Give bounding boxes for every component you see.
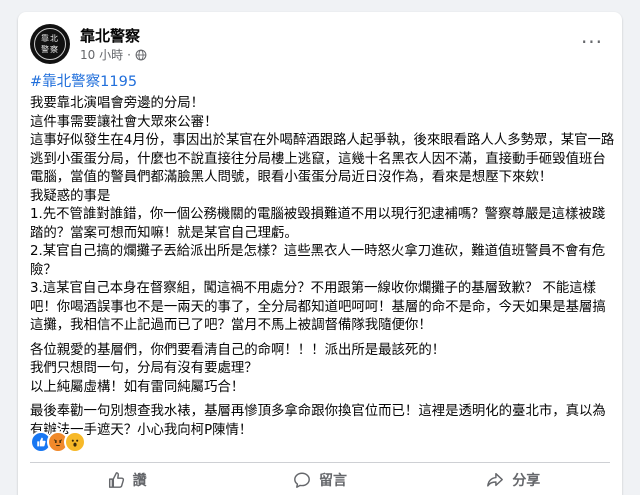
author-name[interactable]: 靠北警察 [80,25,140,46]
post-paragraph-1: 我要靠北演唱會旁邊的分局！ 這件事需要讓社會大眾來公審！ 這事好似發生在4月份，… [30,96,615,333]
post-paragraph-2: 各位親愛的基層們，你們要看清自己的命啊！！！派出所是最該死的！ 我們只想問一句，… [30,342,446,395]
avatar-text-bottom: 警察 [41,45,59,54]
like-label: 讚 [132,472,147,489]
post-body: 我要靠北演唱會旁邊的分局！ 這件事需要讓社會大眾來公審！ 這事好似發生在4月份，… [30,95,618,440]
like-button[interactable]: 讚 [30,464,223,495]
actions-divider [30,462,610,463]
comment-label: 留言 [318,472,347,489]
share-button[interactable]: 分享 [417,464,610,495]
reaction-summary[interactable] [30,431,86,453]
share-icon [487,472,504,487]
avatar-text-top: 靠北 [41,34,59,43]
post-paragraph-3: 最後奉勸一句別想查我水裱，基層再慘頂多拿命跟你換官位而已！這裡是透明化的臺北市，… [30,404,606,438]
comment-button[interactable]: 留言 [223,464,416,495]
post-actions: 讚 留言 分享 [30,464,610,495]
meta-separator: · [127,47,131,62]
post-time[interactable]: 10 小時 [80,46,123,63]
post-meta: 10 小時 · [80,46,147,63]
more-icon: ··· [580,30,604,54]
avatar-logo: 靠北 警察 [34,28,66,60]
thumbs-up-icon [108,471,124,488]
share-label: 分享 [512,472,541,489]
wow-reaction-icon [64,431,86,453]
globe-icon [135,49,147,60]
post-card: 靠北 警察 靠北警察 10 小時 · ··· #靠北警察1195 我要靠北演唱會… [18,12,622,495]
post-header: 靠北 警察 靠北警察 10 小時 · ··· [30,24,610,64]
hashtag-link[interactable]: #靠北警察1195 [30,70,137,91]
more-options-button[interactable]: ··· [578,28,606,56]
comment-icon [294,472,310,488]
avatar[interactable]: 靠北 警察 [30,24,70,64]
